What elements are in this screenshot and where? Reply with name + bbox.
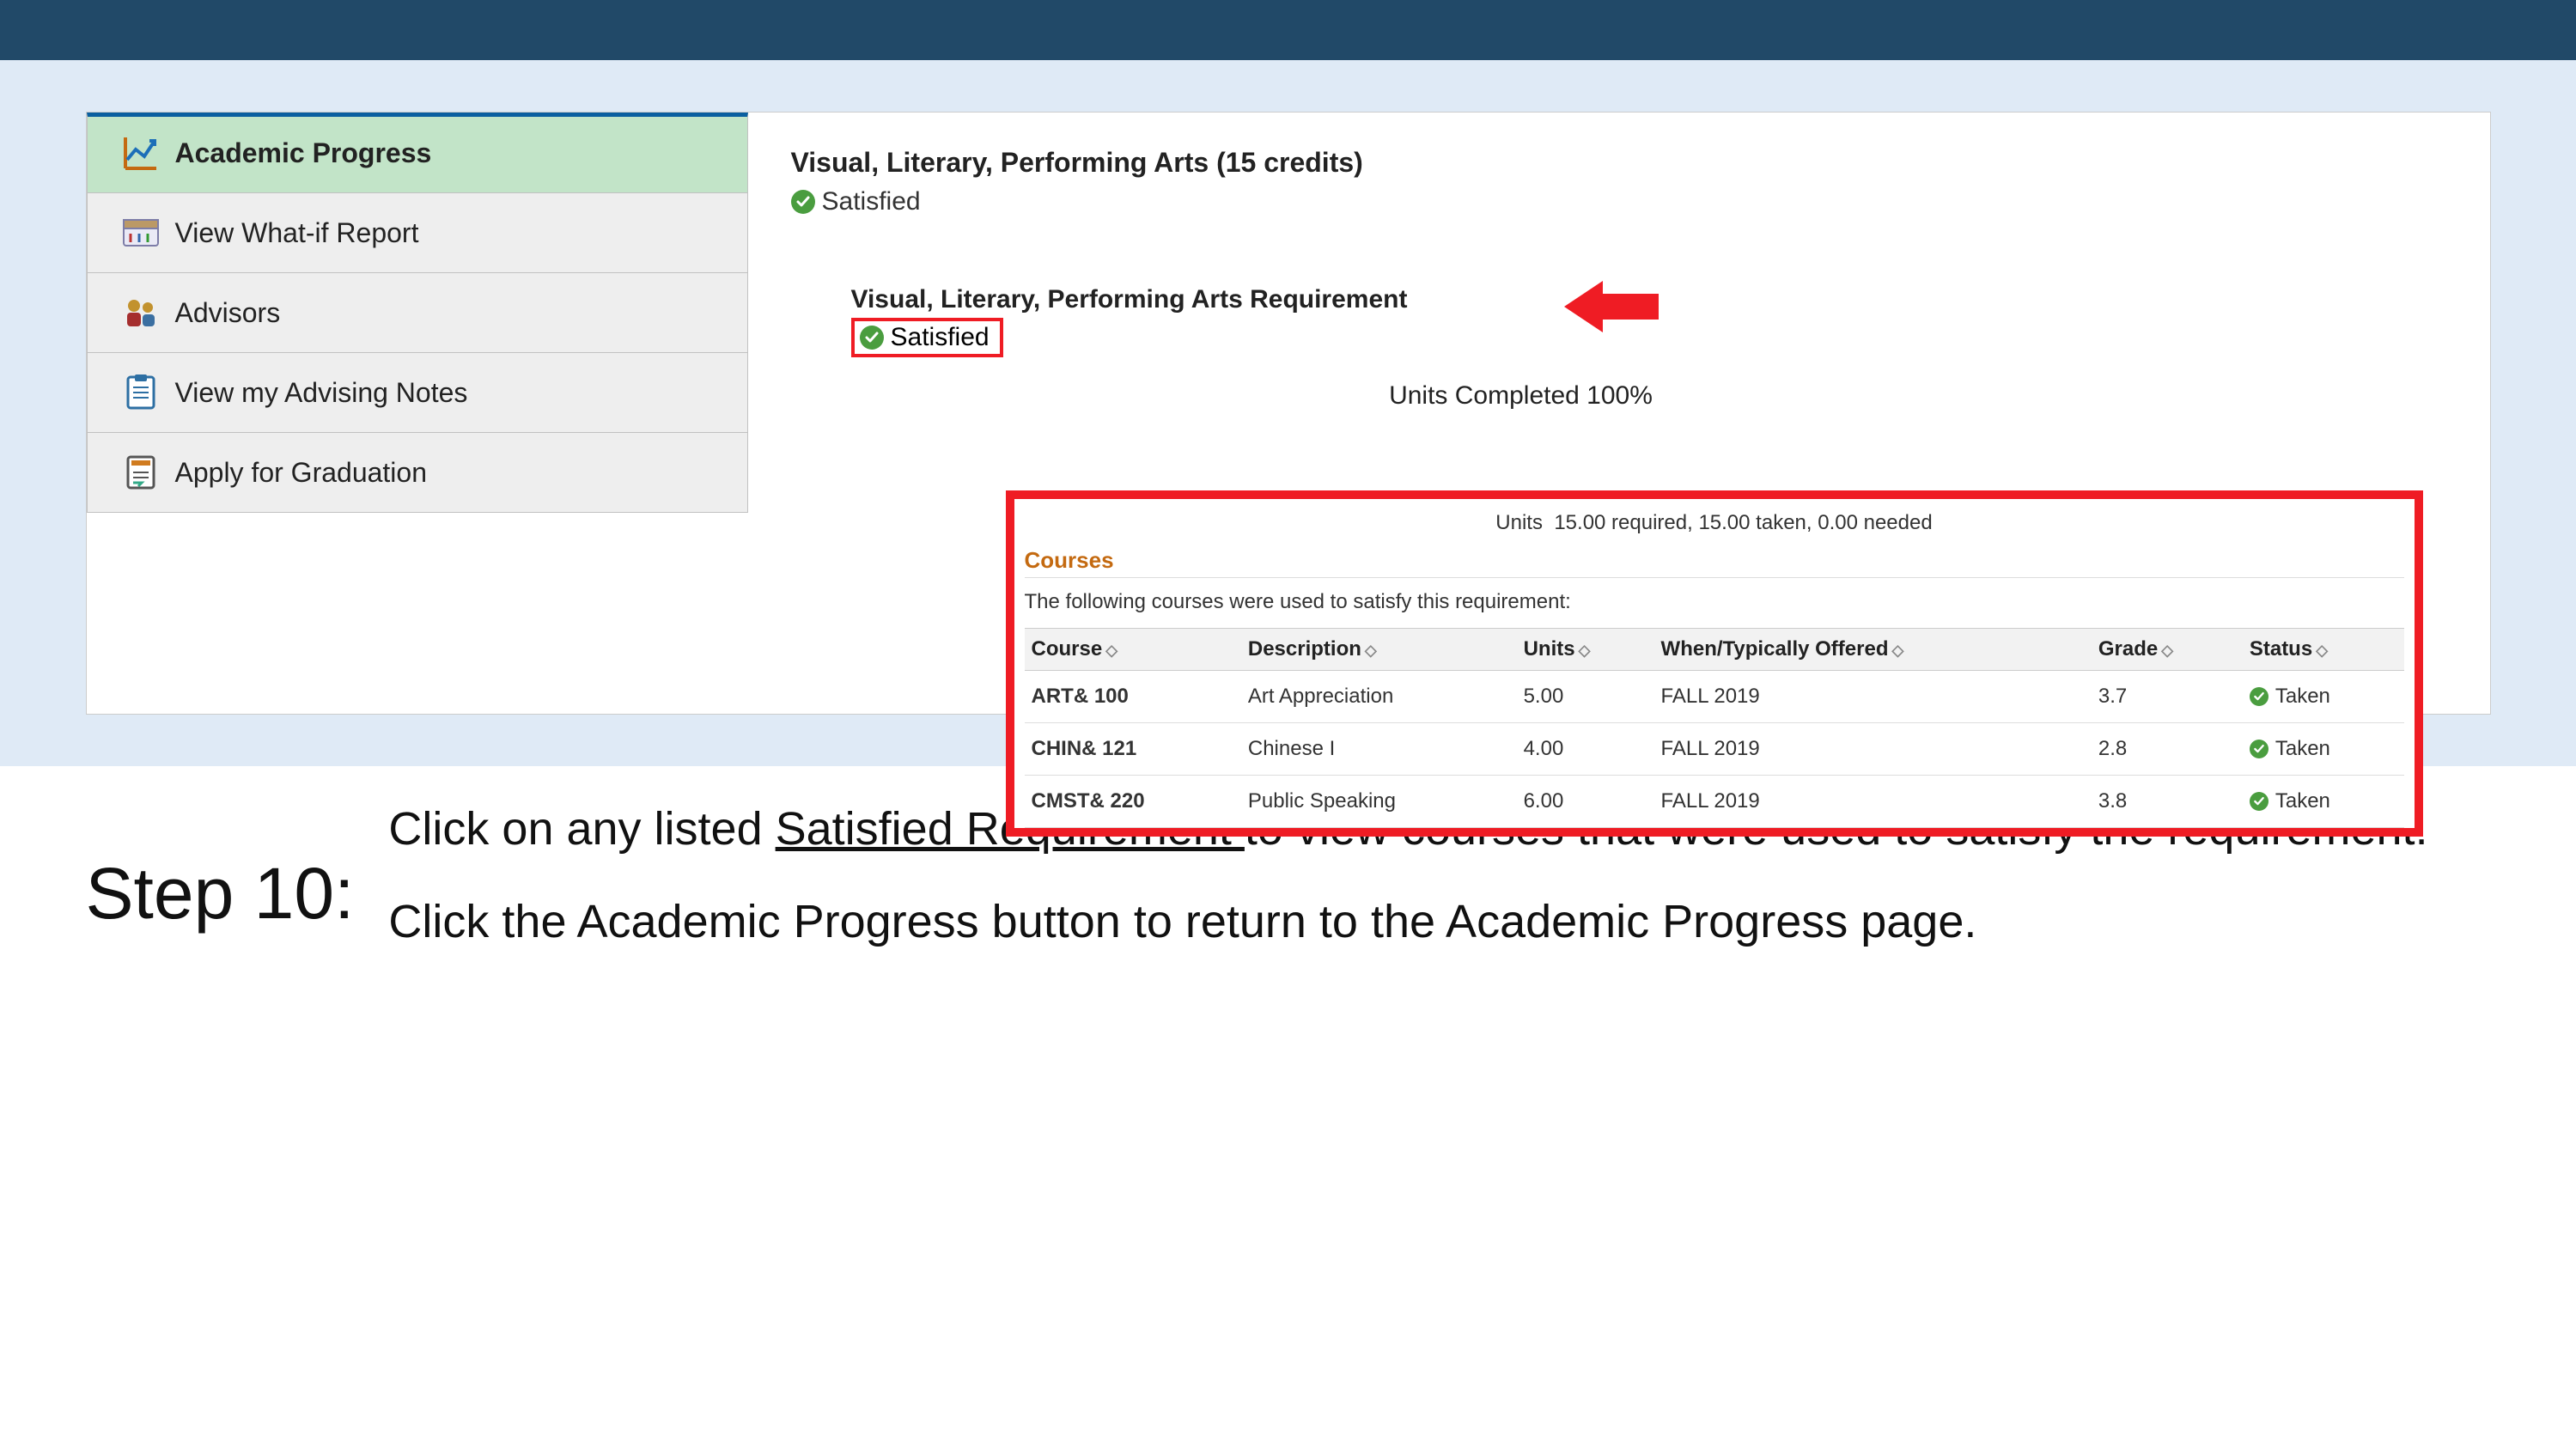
courses-note: The following courses were used to satis…	[1025, 578, 2404, 628]
cell-course: CHIN& 121	[1025, 723, 1241, 776]
screenshot-background: Academic Progress View What-if Report	[0, 60, 2576, 766]
check-circle-icon	[860, 326, 884, 350]
units-summary-text: 15.00 required, 15.00 taken, 0.00 needed	[1554, 511, 1932, 534]
sidebar-item-label: View my Advising Notes	[175, 377, 468, 409]
cell-course: CMST& 220	[1025, 776, 1241, 828]
top-bar	[0, 0, 2576, 60]
cell-description: Chinese I	[1241, 723, 1517, 776]
sort-icon: ◇	[1891, 642, 1903, 659]
table-row[interactable]: ART& 100 Art Appreciation 5.00 FALL 2019…	[1025, 671, 2404, 723]
sidebar-item-advisors[interactable]: Advisors	[87, 273, 748, 353]
units-completed-text: Units Completed 100%	[1092, 381, 1951, 411]
cell-when: FALL 2019	[1654, 723, 2092, 776]
requirement-title: Visual, Literary, Performing Arts (15 cr…	[791, 147, 2456, 179]
cell-grade: 3.7	[2092, 671, 2243, 723]
cell-status: Taken	[2243, 671, 2404, 723]
cell-when: FALL 2019	[1654, 671, 2092, 723]
sidebar-item-academic-progress[interactable]: Academic Progress	[87, 113, 748, 193]
annotation-arrow-icon	[1564, 277, 1659, 341]
col-when[interactable]: When/Typically Offered◇	[1654, 629, 2092, 671]
instruction-line-2: Click the Academic Progress button to re…	[388, 893, 2427, 952]
sort-icon: ◇	[2316, 642, 2328, 659]
sidebar-item-label: Apply for Graduation	[175, 457, 428, 489]
people-icon	[122, 294, 160, 332]
cell-course: ART& 100	[1025, 671, 1241, 723]
requirement-status-text: Satisfied	[822, 187, 921, 216]
calendar-report-icon	[122, 214, 160, 252]
cell-units: 4.00	[1517, 723, 1654, 776]
sidebar-item-label: Academic Progress	[175, 137, 432, 169]
cell-description: Public Speaking	[1241, 776, 1517, 828]
step-label: Step 10:	[86, 801, 355, 935]
table-row[interactable]: CHIN& 121 Chinese I 4.00 FALL 2019 2.8	[1025, 723, 2404, 776]
chart-line-icon	[122, 134, 160, 172]
status-text: Taken	[2275, 685, 2330, 709]
status-text: Taken	[2275, 789, 2330, 813]
clipboard-notes-icon	[122, 374, 160, 411]
sub-requirement-status-highlight: Satisfied	[851, 318, 1003, 357]
check-circle-icon	[2250, 792, 2268, 811]
courses-table: Course◇ Description◇ Units◇ When/Typical…	[1025, 628, 2404, 828]
table-row[interactable]: CMST& 220 Public Speaking 6.00 FALL 2019…	[1025, 776, 2404, 828]
cell-grade: 2.8	[2092, 723, 2243, 776]
units-label: Units	[1495, 511, 1543, 534]
col-status[interactable]: Status◇	[2243, 629, 2404, 671]
app-frame: Academic Progress View What-if Report	[86, 112, 2491, 715]
sidebar: Academic Progress View What-if Report	[87, 113, 748, 513]
cell-units: 6.00	[1517, 776, 1654, 828]
sort-icon: ◇	[2161, 642, 2173, 659]
sort-icon: ◇	[1105, 642, 1117, 659]
courses-heading: Courses	[1025, 544, 2404, 578]
sidebar-item-label: Advisors	[175, 297, 281, 329]
status-text: Taken	[2275, 737, 2330, 761]
col-grade[interactable]: Grade◇	[2092, 629, 2243, 671]
units-summary-row: Units 15.00 required, 15.00 taken, 0.00 …	[1025, 506, 2404, 544]
check-circle-icon	[2250, 687, 2268, 706]
cell-status: Taken	[2243, 723, 2404, 776]
col-description[interactable]: Description◇	[1241, 629, 1517, 671]
cell-units: 5.00	[1517, 671, 1654, 723]
sidebar-item-advising-notes[interactable]: View my Advising Notes	[87, 353, 748, 433]
requirement-status-row: Satisfied	[791, 187, 2456, 216]
cell-description: Art Appreciation	[1241, 671, 1517, 723]
sub-requirement-status-text: Satisfied	[891, 323, 990, 352]
col-units[interactable]: Units◇	[1517, 629, 1654, 671]
document-apply-icon	[122, 454, 160, 491]
sidebar-item-label: View What-if Report	[175, 217, 419, 249]
sidebar-item-what-if-report[interactable]: View What-if Report	[87, 193, 748, 273]
sort-icon: ◇	[1579, 642, 1591, 659]
courses-panel-highlight: Units 15.00 required, 15.00 taken, 0.00 …	[1006, 490, 2423, 837]
sort-icon: ◇	[1365, 642, 1377, 659]
cell-when: FALL 2019	[1654, 776, 2092, 828]
check-circle-icon	[791, 190, 815, 214]
col-course[interactable]: Course◇	[1025, 629, 1241, 671]
sidebar-item-apply-graduation[interactable]: Apply for Graduation	[87, 433, 748, 513]
cell-grade: 3.8	[2092, 776, 2243, 828]
check-circle-icon	[2250, 740, 2268, 758]
cell-status: Taken	[2243, 776, 2404, 828]
